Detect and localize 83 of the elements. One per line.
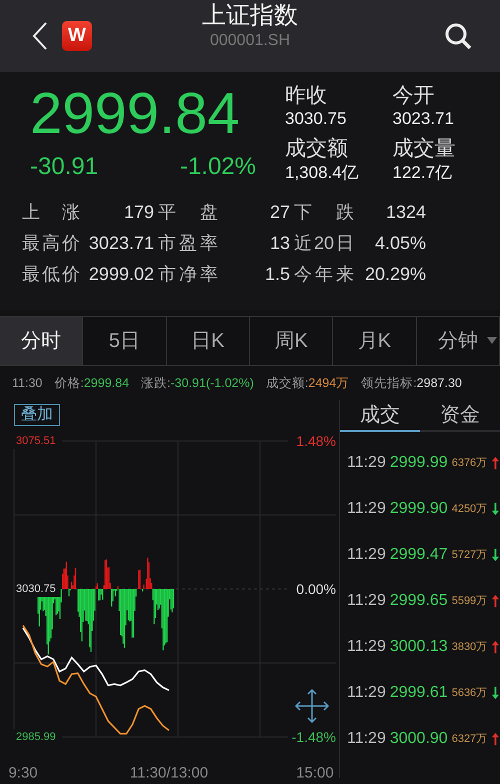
info-value: 2494万	[308, 376, 350, 390]
percent-label: -1.48%	[292, 729, 336, 745]
stat-value: 4.05%	[374, 232, 427, 255]
price-change: -30.91	[30, 152, 98, 182]
info-value: 2987.30	[416, 376, 462, 390]
trade-volume: 3830万	[452, 640, 488, 655]
info-label: 价格:	[54, 376, 84, 390]
trade-time: 11:29	[347, 591, 386, 611]
axis-label: 3030.75	[16, 583, 56, 595]
stat-label: 最低价	[22, 262, 80, 286]
trade-time: 11:29	[347, 683, 386, 703]
trade-price: 2999.99	[390, 453, 448, 473]
back-icon[interactable]	[32, 21, 48, 51]
stock-code: 000001.SH	[208, 30, 292, 50]
stat-label: 下跌	[294, 200, 354, 224]
time-label: 11:30/13:00	[130, 764, 208, 782]
period-tab[interactable]: 分钟	[416, 317, 500, 365]
stat-value: 13	[268, 232, 291, 255]
stat-label: 今年来	[294, 262, 354, 286]
summary-value: 122.7亿	[392, 162, 454, 184]
stat-value: 20.29%	[364, 262, 427, 286]
summary-value: 3023.71	[392, 108, 455, 130]
stat-value: 179	[122, 200, 155, 224]
info-value: 2999.84	[84, 376, 130, 390]
trade-price: 2999.90	[390, 499, 448, 519]
stat-label: 近20日	[294, 232, 354, 255]
percent-label: 1.48%	[296, 433, 336, 449]
trade-time: 11:29	[347, 453, 386, 473]
trade-tab[interactable]: 资金	[420, 400, 500, 432]
summary-label: 成交量	[392, 137, 456, 162]
period-tab[interactable]: 5日	[83, 317, 167, 365]
trade-time: 11:29	[347, 545, 386, 565]
stat-value: 1324	[384, 200, 427, 224]
move-icon[interactable]	[294, 688, 330, 724]
info-label: 涨跌:	[141, 376, 171, 390]
time-label: 9:30	[8, 764, 38, 782]
trade-price: 2999.47	[390, 545, 448, 565]
trade-tab[interactable]: 成交	[340, 400, 420, 432]
axis-label: 3075.51	[16, 435, 56, 447]
trade-volume: 5599万	[452, 594, 488, 609]
axis-label: 2985.99	[16, 731, 56, 743]
stat-label: 平盘	[158, 200, 218, 224]
stat-value: 3023.71	[88, 232, 155, 255]
stat-value: 1.5	[264, 262, 291, 286]
index-price: 2999.84	[30, 84, 241, 145]
percent-label: 0.00%	[296, 581, 336, 597]
trade-price: 3000.13	[390, 637, 448, 657]
period-tab[interactable]: 日K	[166, 317, 250, 365]
trade-time: 11:29	[347, 729, 386, 749]
stat-label: 市净率	[158, 262, 218, 286]
price-change-percent: -1.02%	[180, 152, 256, 182]
info-value: -30.91(-1.02%)	[170, 376, 254, 390]
trade-time: 11:29	[347, 499, 386, 519]
trade-volume: 6376万	[452, 456, 488, 471]
trade-price: 3000.90	[390, 729, 448, 749]
info-label: 成交额:	[266, 376, 308, 390]
app-logo[interactable]: W	[62, 21, 92, 51]
trade-volume: 5727万	[452, 548, 488, 563]
stat-label: 上涨	[22, 200, 80, 224]
period-tab[interactable]: 周K	[250, 317, 334, 365]
trade-volume: 4250万	[452, 502, 488, 517]
search-icon[interactable]	[444, 22, 472, 50]
period-tab[interactable]: 分时	[0, 317, 84, 365]
time-label: 15:00	[296, 764, 334, 782]
info-time: 11:30	[12, 374, 42, 392]
summary-label: 今开	[392, 84, 436, 108]
stat-label: 最高价	[22, 232, 80, 255]
trade-volume: 5636万	[452, 686, 488, 701]
stat-value: 2999.02	[88, 262, 155, 286]
summary-value: 1,308.4亿	[285, 162, 360, 184]
trade-price: 2999.61	[390, 683, 448, 703]
summary-label: 昨收	[285, 84, 328, 108]
overlay-button[interactable]: 叠加	[14, 404, 60, 426]
period-tab[interactable]: 月K	[333, 317, 417, 365]
trade-time: 11:29	[347, 637, 386, 657]
stat-label: 市盈率	[158, 232, 218, 255]
info-label: 领先指标:	[361, 376, 417, 390]
stat-value: 27	[268, 200, 291, 224]
summary-label: 成交额	[285, 137, 349, 162]
summary-value: 3030.75	[285, 108, 348, 130]
trade-volume: 6327万	[452, 732, 488, 747]
trade-price: 2999.65	[390, 591, 448, 611]
page-title: 上证指数	[202, 2, 298, 31]
